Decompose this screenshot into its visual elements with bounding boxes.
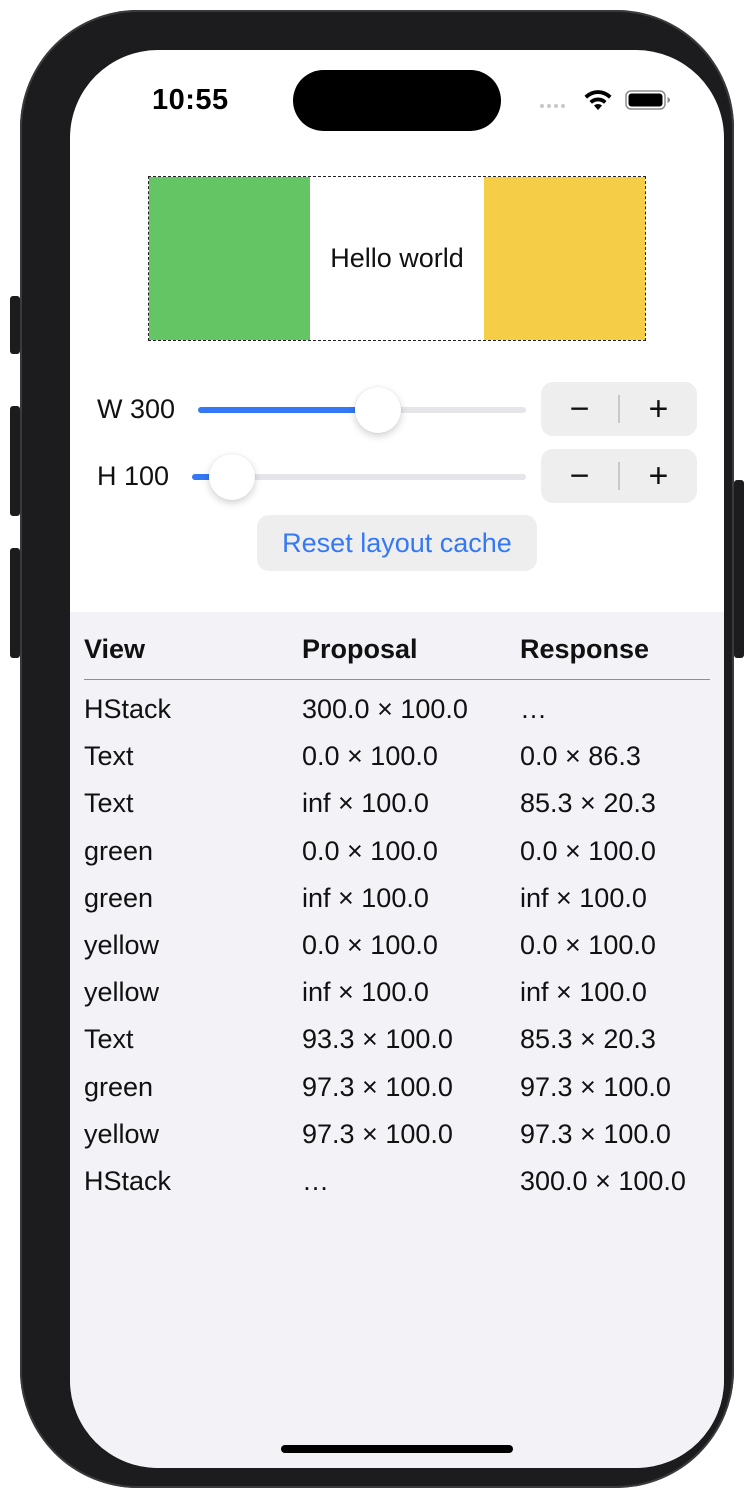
table-body: HStack 300.0 × 100.0 … Text 0.0 × 100.0 0.0 ×… [84,688,710,1207]
width-decrement-button[interactable]: − [541,382,618,436]
table-row: green inf × 100.0 inf × 100.0 [84,877,710,924]
cell-proposal: inf × 100.0 [302,977,429,1008]
header-view: View [84,634,146,664]
width-slider[interactable] [198,387,526,433]
text-view-box: Hello world [310,177,484,340]
green-swatch [149,177,310,340]
cell-view: yellow [84,1118,160,1149]
table-row: yellow 0.0 × 100.0 0.0 × 100.0 [84,924,710,971]
cell-response: 97.3 × 100.0 [520,1071,671,1102]
cell-proposal: 0.0 × 100.0 [302,741,438,772]
cell-response: 300.0 × 100.0 [520,1165,686,1196]
height-slider-thumb[interactable] [209,454,256,500]
wifi-icon [584,90,612,110]
cell-proposal: 93.3 × 100.0 [302,1024,453,1055]
height-decrement-button[interactable]: − [541,449,618,503]
app-screen: 10:55 Hello world W 300 − + H 100 − + Re… [70,50,724,1468]
cell-view: Text [84,788,134,819]
header-proposal: Proposal [302,634,418,664]
table-row: HStack 300.0 × 100.0 … [84,688,710,735]
table-row: green 0.0 × 100.0 0.0 × 100.0 [84,830,710,877]
cell-view: yellow [84,929,160,960]
volume-up-button [10,406,20,516]
height-stepper: − + [541,449,697,503]
status-bar: 10:55 [70,50,724,150]
cell-response: 85.3 × 20.3 [520,788,656,819]
cell-proposal: 0.0 × 100.0 [302,835,438,866]
cell-response: 0.0 × 100.0 [520,835,656,866]
width-increment-button[interactable]: + [620,382,697,436]
cell-view: Text [84,1024,134,1055]
side-power-button [734,480,744,658]
action-button [10,296,20,354]
cell-proposal: 300.0 × 100.0 [302,694,468,724]
table-row: Text 93.3 × 100.0 85.3 × 20.3 [84,1018,710,1065]
cell-response: 85.3 × 20.3 [520,1024,656,1055]
volume-down-button [10,548,20,658]
cell-response: 0.0 × 86.3 [520,741,641,772]
cell-response: inf × 100.0 [520,882,647,913]
cell-view: HStack [84,1165,172,1196]
home-indicator [281,1445,513,1453]
cell-view: green [84,835,154,866]
dynamic-island [293,70,501,131]
battery-icon [625,90,670,110]
cell-proposal: 97.3 × 100.0 [302,1071,453,1102]
table-row: yellow inf × 100.0 inf × 100.0 [84,971,710,1018]
header-response: Response [520,634,650,664]
cell-proposal: inf × 100.0 [302,788,429,819]
height-increment-button[interactable]: + [620,449,697,503]
table-row: Text inf × 100.0 85.3 × 20.3 [84,782,710,829]
table-row: yellow 97.3 × 100.0 97.3 × 100.0 [84,1113,710,1160]
hello-world-text: Hello world [330,243,464,273]
table-row: HStack … 300.0 × 100.0 [84,1160,710,1207]
table-row: Text 0.0 × 100.0 0.0 × 86.3 [84,735,710,782]
width-control-row: W 300 − + [70,382,724,436]
cell-response: 97.3 × 100.0 [520,1118,671,1149]
cell-view: yellow [84,977,160,1008]
width-stepper: − + [541,382,697,436]
cell-view: HStack [84,694,172,724]
cell-response: 0.0 × 100.0 [520,929,656,960]
status-time: 10:55 [152,84,229,116]
cell-proposal: 97.3 × 100.0 [302,1118,453,1149]
cell-response: inf × 100.0 [520,977,647,1008]
cell-view: green [84,882,154,913]
layout-preview: Hello world [148,176,646,341]
cell-proposal: 0.0 × 100.0 [302,929,438,960]
yellow-swatch [484,177,645,340]
table-row: green 97.3 × 100.0 97.3 × 100.0 [84,1066,710,1113]
cellular-signal-icon [540,104,565,108]
height-slider[interactable] [192,454,526,500]
reset-layout-cache-button[interactable]: Reset layout cache [257,515,537,571]
cell-response: … [520,694,547,724]
cell-view: Text [84,741,134,772]
width-slider-thumb[interactable] [355,387,402,433]
height-label: H 100 [97,461,170,491]
width-label: W 300 [97,394,176,424]
layout-log-table: View Proposal Response HStack 300.0 × 100… [70,612,724,1468]
table-header: View Proposal Response [84,632,710,680]
cell-proposal: inf × 100.0 [302,882,429,913]
device-frame: 10:55 Hello world W 300 − + H 100 − + Re… [20,10,734,1488]
height-control-row: H 100 − + [70,449,724,503]
cell-view: green [84,1071,154,1102]
width-slider-fill [198,407,379,413]
cell-proposal: … [302,1165,329,1196]
